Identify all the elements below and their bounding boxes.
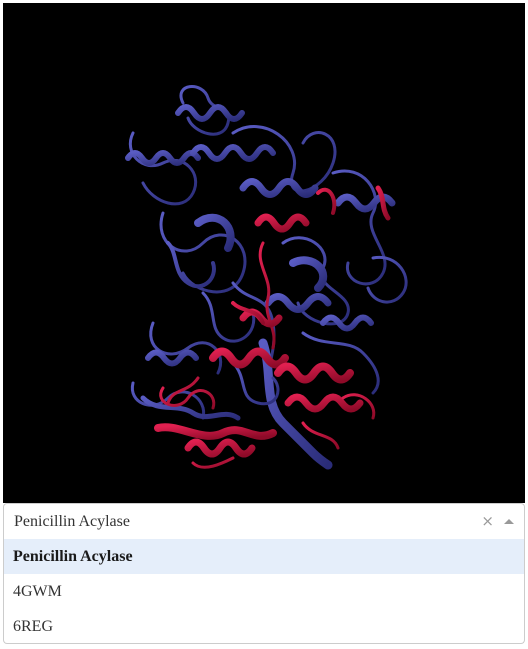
select-option-4gwm[interactable]: 4GWM (4, 574, 524, 609)
molecule-viewer[interactable] (3, 3, 525, 503)
structure-select[interactable]: Penicillin Acylase × (3, 503, 525, 540)
select-option-6reg[interactable]: 6REG (4, 609, 524, 643)
select-menu: Penicillin Acylase 4GWM 6REG (3, 539, 525, 644)
selected-value: Penicillin Acylase (14, 513, 130, 530)
caret-up-icon[interactable] (504, 519, 514, 524)
protein-structure-render[interactable] (3, 3, 525, 503)
select-option-penicillin-acylase[interactable]: Penicillin Acylase (4, 539, 524, 574)
clear-icon[interactable]: × (481, 511, 494, 531)
